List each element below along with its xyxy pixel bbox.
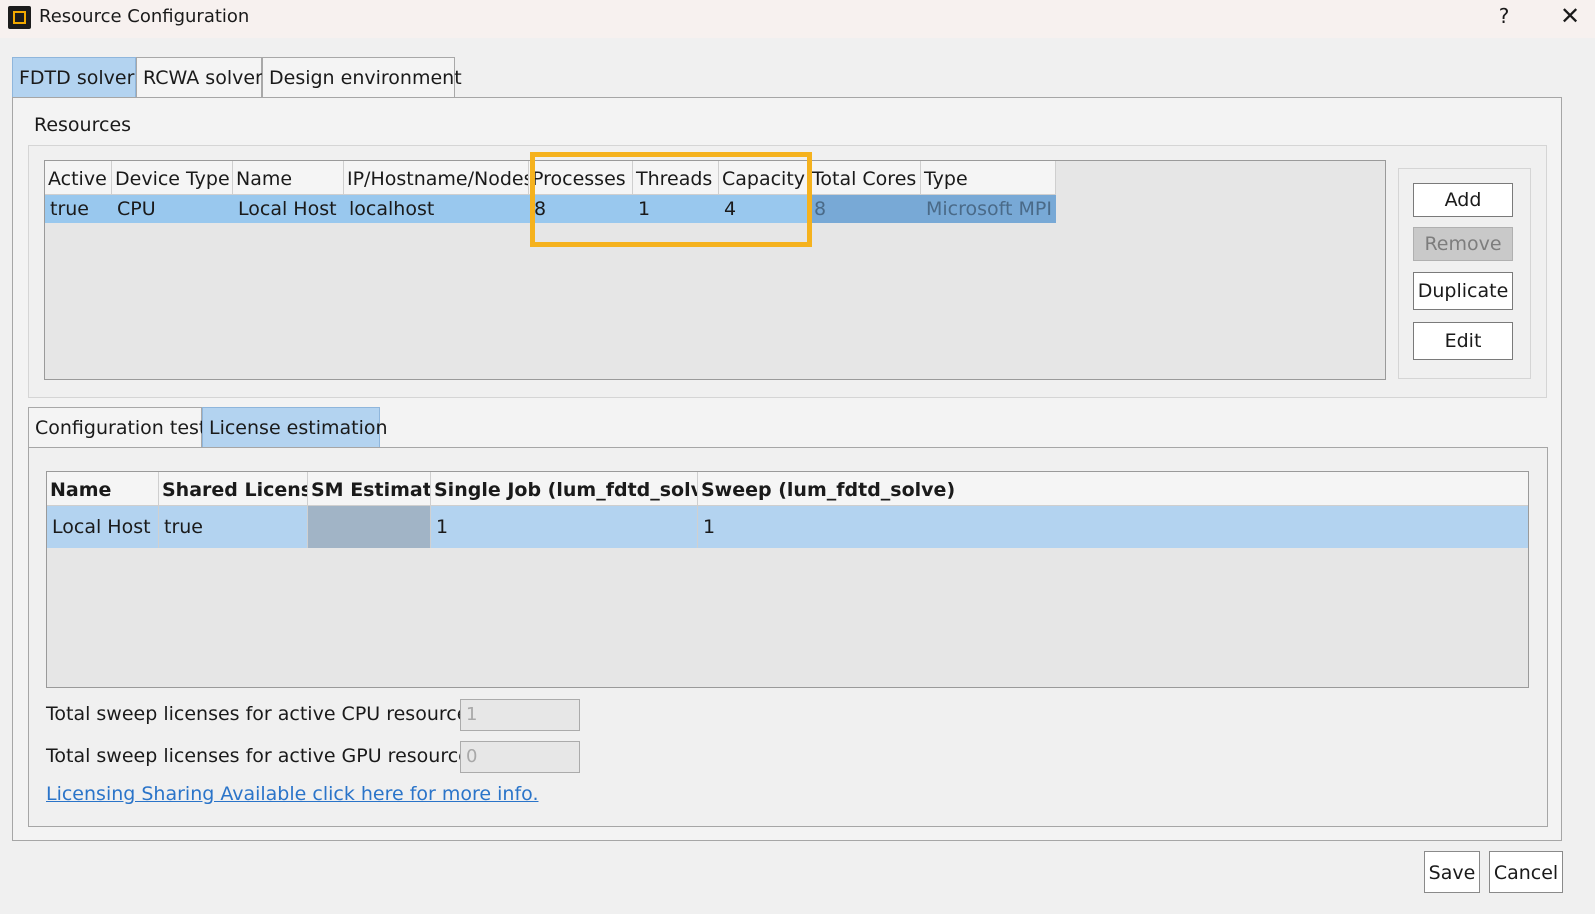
duplicate-button[interactable]: Duplicate — [1413, 272, 1513, 310]
cancel-button[interactable]: Cancel — [1489, 851, 1563, 893]
close-button[interactable]: ✕ — [1558, 2, 1582, 30]
help-button[interactable]: ? — [1494, 4, 1514, 28]
resource-cell-threads[interactable]: 1 — [633, 195, 719, 223]
col-header-processes[interactable]: Processes — [529, 161, 633, 195]
resource-cell-total-cores: 8 — [809, 195, 921, 223]
lic-cell-shared-license[interactable]: true — [159, 506, 308, 548]
resource-cell-name[interactable]: Local Host — [233, 195, 344, 223]
lic-header-name[interactable]: Name — [47, 472, 159, 506]
resource-cell-capacity[interactable]: 4 — [719, 195, 809, 223]
resource-cell-processes[interactable]: 8 — [529, 195, 633, 223]
resource-cell-hostname[interactable]: localhost — [344, 195, 529, 223]
col-header-type[interactable]: Type — [921, 161, 1056, 195]
lic-header-sweep[interactable]: Sweep (lum_fdtd_solve) — [698, 472, 1528, 506]
gpu-licenses-field: 0 — [460, 741, 580, 773]
lic-cell-name[interactable]: Local Host — [47, 506, 159, 548]
col-header-capacity[interactable]: Capacity — [719, 161, 809, 195]
window-title: Resource Configuration — [39, 6, 250, 27]
lic-cell-sweep[interactable]: 1 — [698, 506, 1528, 548]
tab-design-environment[interactable]: Design environment — [262, 57, 462, 97]
edit-button[interactable]: Edit — [1413, 322, 1513, 360]
lic-header-shared-license[interactable]: Shared License — [159, 472, 308, 506]
col-header-device-type[interactable]: Device Type — [112, 161, 233, 195]
tab-fdtd-solver[interactable]: FDTD solver — [12, 57, 136, 97]
add-button[interactable]: Add — [1413, 183, 1513, 217]
tab-license-estimation[interactable]: License estimation — [202, 407, 388, 447]
resources-group-label: Resources — [34, 114, 132, 136]
lic-cell-single-job[interactable]: 1 — [431, 506, 698, 548]
resources-table[interactable]: Active Device Type Name IP/Hostname/Node… — [44, 160, 1386, 380]
resource-cell-type: Microsoft MPI — [921, 195, 1056, 223]
resource-cell-device-type[interactable]: CPU — [112, 195, 233, 223]
gpu-licenses-label: Total sweep licenses for active GPU reso… — [46, 745, 487, 767]
col-header-name[interactable]: Name — [233, 161, 344, 195]
licensing-info-link[interactable]: Licensing Sharing Available click here f… — [46, 783, 539, 805]
col-header-threads[interactable]: Threads — [633, 161, 719, 195]
app-logo-icon — [8, 6, 31, 29]
license-table[interactable]: Name Shared License SM Estimate Single J… — [46, 471, 1529, 688]
tab-rcwa-solver[interactable]: RCWA solver — [136, 57, 263, 97]
remove-button[interactable]: Remove — [1413, 227, 1513, 261]
save-button[interactable]: Save — [1424, 851, 1480, 893]
col-header-ip-hostname-nodes[interactable]: IP/Hostname/Nodes — [344, 161, 529, 195]
tab-configuration-test[interactable]: Configuration test — [28, 407, 206, 447]
col-header-active[interactable]: Active — [45, 161, 112, 195]
cpu-licenses-label: Total sweep licenses for active CPU reso… — [46, 703, 485, 725]
title-bar: Resource Configuration ? ✕ — [0, 0, 1595, 38]
cpu-licenses-field: 1 — [460, 699, 580, 731]
col-header-total-cores[interactable]: Total Cores — [809, 161, 921, 195]
lic-header-sm-estimate[interactable]: SM Estimate — [308, 472, 431, 506]
lic-cell-sm-estimate[interactable] — [308, 506, 431, 548]
lic-header-single-job[interactable]: Single Job (lum_fdtd_solve) — [431, 472, 698, 506]
resource-cell-active[interactable]: true — [45, 195, 112, 223]
